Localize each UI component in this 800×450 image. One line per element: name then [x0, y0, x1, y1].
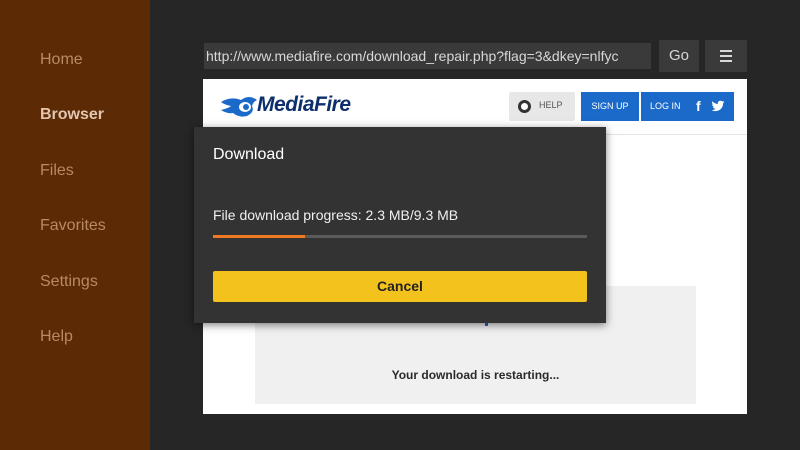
facebook-icon[interactable]: f: [696, 92, 701, 121]
download-dialog: Download File download progress: 2.3 MB/…: [194, 127, 606, 323]
mediafire-logo-icon: [221, 97, 257, 117]
url-input[interactable]: http://www.mediafire.com/download_repair…: [204, 43, 651, 69]
progress-bar: [213, 235, 587, 238]
login-label: LOG IN: [650, 101, 681, 111]
sidebar: Home Browser Files Favorites Settings He…: [0, 0, 150, 450]
mediafire-logo-text: MediaFire: [257, 93, 351, 116]
sidebar-item-settings[interactable]: Settings: [40, 273, 98, 291]
sidebar-item-favorites[interactable]: Favorites: [40, 217, 106, 235]
sidebar-item-files[interactable]: Files: [40, 162, 74, 180]
sidebar-item-home[interactable]: Home: [40, 51, 83, 69]
login-button[interactable]: LOG IN f: [641, 92, 734, 121]
help-button[interactable]: HELP: [509, 92, 575, 121]
twitter-icon[interactable]: [711, 99, 725, 113]
help-label: HELP: [539, 100, 563, 110]
cancel-button[interactable]: Cancel: [213, 271, 587, 302]
progress-text: File download progress: 2.3 MB/9.3 MB: [213, 207, 459, 223]
progress-bar-fill: [213, 235, 306, 238]
sidebar-item-browser[interactable]: Browser: [40, 106, 104, 124]
sidebar-item-help[interactable]: Help: [40, 328, 73, 346]
signup-button[interactable]: SIGN UP: [581, 92, 639, 121]
menu-button[interactable]: [705, 40, 747, 72]
lifebuoy-icon: [518, 100, 531, 113]
dialog-title: Download: [213, 146, 285, 163]
restart-message: Your download is restarting...: [391, 368, 560, 382]
go-button[interactable]: Go: [659, 40, 699, 72]
